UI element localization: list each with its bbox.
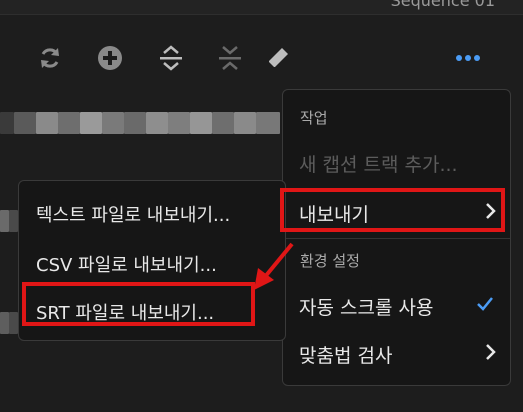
refresh-icon[interactable] <box>36 44 64 72</box>
highlight-box-export <box>280 188 505 232</box>
highlight-box-export-srt <box>22 282 255 326</box>
panel-header: Sequence 01 <box>0 0 523 15</box>
caption-row-blurred <box>0 112 283 134</box>
checkmark-icon <box>476 296 494 316</box>
menu-item-auto-scroll[interactable]: 자동 스크롤 사용 <box>299 293 433 320</box>
menu-item-auto-scroll-label: 자동 스크롤 사용 <box>299 297 434 319</box>
menu-section-settings: 환경 설정 <box>300 252 360 270</box>
caption-row-blurred <box>0 210 18 232</box>
menu-item-add-caption-track: 새 캡션 트랙 추가... <box>299 154 458 176</box>
more-icon[interactable] <box>454 44 482 72</box>
sequence-label: Sequence 01 <box>390 0 495 10</box>
toolbar <box>0 36 523 82</box>
collapse-vertical-icon[interactable] <box>216 44 244 72</box>
caption-row-blurred <box>0 312 18 334</box>
menu-item-spell-check-label: 맞춤법 검사 <box>299 345 393 367</box>
add-circle-icon[interactable] <box>96 44 124 72</box>
pencil-icon[interactable] <box>264 44 292 72</box>
submenu-item-export-text[interactable]: 텍스트 파일로 내보내기... <box>36 201 230 227</box>
chevron-right-icon <box>484 343 496 365</box>
menu-item-spell-check[interactable]: 맞춤법 검사 <box>299 341 392 368</box>
menu-section-task: 작업 <box>300 109 328 127</box>
arrow-annotation-icon <box>254 242 294 290</box>
expand-vertical-icon[interactable] <box>157 44 185 72</box>
submenu-item-export-csv[interactable]: CSV 파일로 내보내기... <box>36 251 217 277</box>
menu-divider <box>283 238 510 239</box>
options-menu: 작업 새 캡션 트랙 추가... 내보내기 환경 설정 자동 스크롤 사용 맞춤… <box>282 89 511 386</box>
